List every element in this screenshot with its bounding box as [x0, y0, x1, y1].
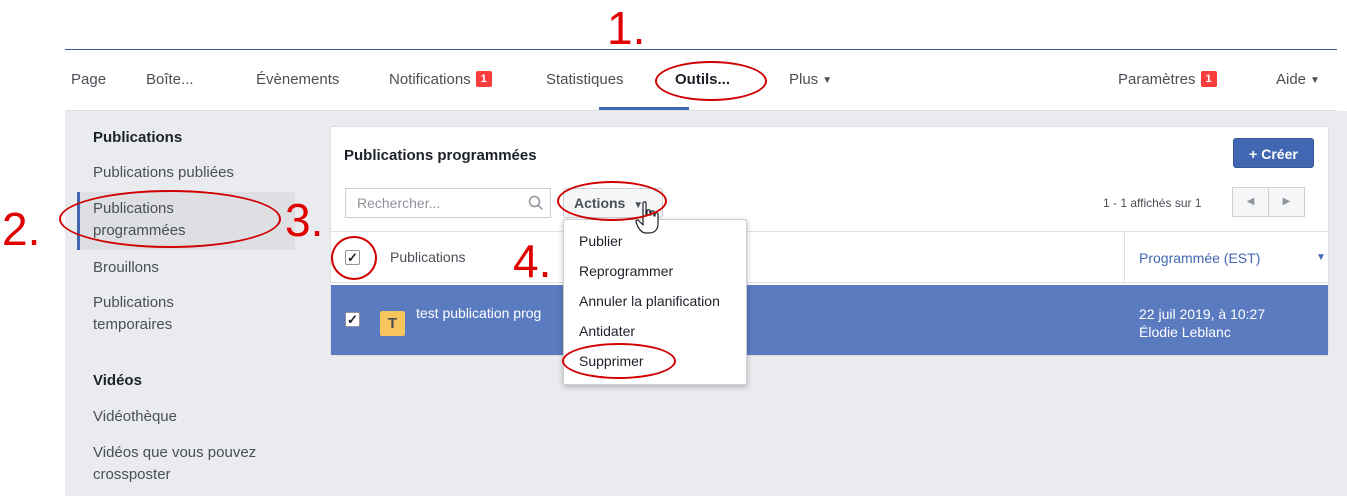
- highlight-ellipse-scheduled: [59, 190, 281, 248]
- menu-item-reschedule[interactable]: Reprogrammer: [579, 263, 673, 279]
- column-header-scheduled[interactable]: Programmée (EST): [1139, 250, 1260, 266]
- settings-badge: 1: [1200, 71, 1217, 87]
- annotation-step-4: 4.: [513, 235, 552, 287]
- highlight-ellipse-delete: [562, 343, 676, 379]
- nav-help-label: Aide: [1276, 71, 1307, 88]
- sidebar-item-temporary-line1: Publications: [93, 294, 174, 311]
- menu-item-publish[interactable]: Publier: [579, 233, 623, 249]
- sidebar-heading-videos: Vidéos: [93, 372, 142, 389]
- page-title: Publications programmées: [344, 147, 537, 164]
- nav-settings[interactable]: Paramètres 1: [1118, 71, 1217, 88]
- post-author: Élodie Leblanc: [1139, 324, 1231, 340]
- prev-page-button[interactable]: ◀: [1232, 187, 1269, 217]
- annotation-step-3: 3.: [285, 194, 324, 246]
- nav-more[interactable]: Plus ▼: [789, 71, 832, 88]
- nav-settings-label: Paramètres: [1118, 71, 1196, 88]
- left-sidebar: Publications Publications publiées Publi…: [65, 111, 330, 496]
- chevron-right-icon: ▶: [1282, 196, 1291, 207]
- highlight-ellipse-tools: [655, 61, 767, 101]
- nav-notifications[interactable]: Notifications 1: [389, 71, 492, 88]
- annotation-step-1: 1.: [607, 2, 646, 54]
- post-title[interactable]: test publication prog: [416, 305, 541, 321]
- sidebar-item-temporary-line2: temporaires: [93, 316, 173, 333]
- nav-help[interactable]: Aide ▼: [1276, 71, 1320, 88]
- next-page-button[interactable]: ▶: [1268, 187, 1305, 217]
- search-icon: [528, 195, 544, 211]
- column-header-publications: Publications: [390, 249, 466, 265]
- highlight-ellipse-actions: [557, 181, 667, 221]
- sidebar-item-published[interactable]: Publications publiées: [93, 162, 234, 184]
- column-divider: [1124, 232, 1125, 283]
- nav-inbox[interactable]: Boîte...: [146, 71, 194, 88]
- sidebar-item-crosspost-line1: Vidéos que vous pouvez: [93, 444, 257, 461]
- sidebar-item-drafts[interactable]: Brouillons: [93, 257, 159, 279]
- highlight-ellipse-select-all: [331, 236, 377, 280]
- row-checkbox[interactable]: ✓: [345, 312, 360, 327]
- nav-events[interactable]: Évènements: [256, 71, 339, 88]
- sidebar-heading-publications: Publications: [93, 129, 183, 146]
- nav-statistics[interactable]: Statistiques: [546, 71, 624, 88]
- avatar: T: [380, 311, 405, 336]
- scheduled-datetime: 22 juil 2019, à 10:27 Élodie Leblanc: [1139, 305, 1265, 341]
- annotation-step-2: 2.: [2, 203, 41, 255]
- nav-notifications-label: Notifications: [389, 71, 471, 88]
- notifications-badge: 1: [475, 71, 492, 87]
- active-tab-indicator: [599, 107, 689, 110]
- nav-page[interactable]: Page: [71, 71, 106, 88]
- sort-desc-icon[interactable]: ▼: [1316, 252, 1326, 263]
- scheduled-date: 22 juil 2019, à 10:27: [1139, 306, 1266, 322]
- sidebar-item-temporary[interactable]: Publications temporaires: [93, 292, 174, 336]
- menu-item-backdate[interactable]: Antidater: [579, 323, 635, 339]
- nav-more-label: Plus: [789, 71, 819, 88]
- search-placeholder: Rechercher...: [357, 195, 441, 211]
- caret-down-icon: ▼: [1310, 75, 1320, 86]
- pager-count: 1 - 1 affichés sur 1: [1103, 196, 1202, 210]
- chevron-left-icon: ◀: [1246, 196, 1255, 207]
- menu-item-cancel-schedule[interactable]: Annuler la planification: [579, 293, 720, 309]
- sidebar-item-video-library[interactable]: Vidéothèque: [93, 406, 177, 428]
- create-button[interactable]: + Créer: [1233, 138, 1314, 168]
- search-input[interactable]: Rechercher...: [345, 188, 551, 218]
- sidebar-item-crosspost-line2: crossposter: [93, 466, 171, 483]
- caret-down-icon: ▼: [822, 75, 833, 86]
- sidebar-item-crosspost[interactable]: Vidéos que vous pouvez crossposter: [93, 442, 256, 486]
